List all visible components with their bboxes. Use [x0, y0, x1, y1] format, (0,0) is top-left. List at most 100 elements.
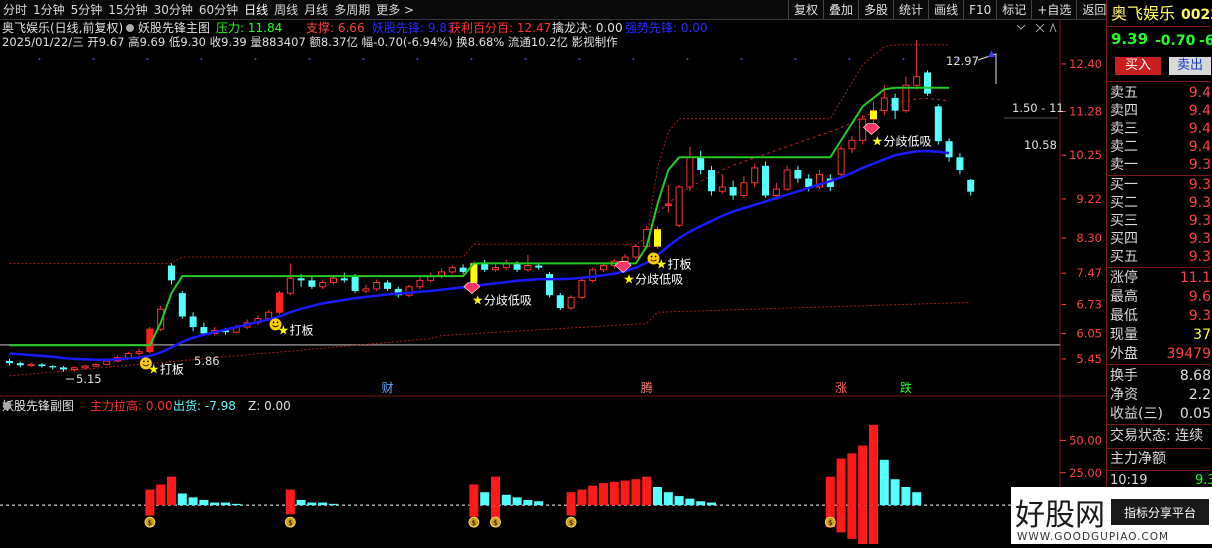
cyan-bar [296, 499, 306, 506]
candle-body-down [697, 157, 705, 171]
period-tab[interactable]: 周线 [271, 0, 301, 19]
period-tab[interactable]: 1分钟 [30, 0, 68, 19]
period-tab[interactable]: 60分钟 [196, 0, 241, 19]
candle-body-up [492, 267, 499, 271]
signal-candle [276, 293, 283, 313]
signal-label: 打板 [668, 258, 692, 272]
candle-body-down [556, 295, 564, 308]
candle-body-up [362, 288, 370, 292]
candle-body-up [416, 279, 424, 288]
red-bar-neg [566, 505, 576, 516]
ask-row: 卖四 9.4 [1107, 102, 1211, 120]
signal-candle [870, 110, 877, 120]
red-bar [869, 424, 878, 506]
candle-body-down [189, 316, 197, 328]
y-tick-label: 6.73 [1076, 298, 1102, 312]
bid-row-value: 9.3 [1188, 231, 1211, 247]
y-tick-label: 10.25 [1069, 148, 1102, 162]
toolbar-button[interactable]: 统计 [893, 0, 928, 19]
period-tabs: 分时 1分钟 5分钟 15分钟 30分钟 60分钟 日线 周线 月线 多周期 更多 > [0, 0, 417, 19]
star-icon: ★ [656, 258, 668, 273]
stat2-row-label: 收益(三) [1110, 406, 1163, 422]
ask-row-label: 卖四 [1110, 103, 1138, 119]
candle-body-up [686, 156, 694, 188]
period-tab[interactable]: 30分钟 [151, 0, 196, 19]
period-tab[interactable]: 月线 [301, 0, 331, 19]
red-bar [836, 458, 846, 506]
stat-row: 现量 37 [1107, 326, 1211, 344]
candle-body-up [718, 186, 726, 192]
ask-row-label: 卖一 [1110, 157, 1138, 173]
dot-mark [902, 58, 905, 60]
toolbar-button[interactable]: 多股 [858, 0, 893, 19]
cyan-bar [901, 487, 911, 506]
candle-body-down [546, 274, 553, 296]
period-tab[interactable]: 15分钟 [105, 0, 150, 19]
toolbar-buttons: 复权 叠加 多股 统计 画线 F10 标记 +自选 返回 [788, 0, 1111, 19]
candle-body-down [340, 278, 348, 281]
toolbar-button[interactable]: 标记 [996, 0, 1031, 19]
period-tab[interactable]: 5分钟 [68, 0, 106, 19]
toolbar-button[interactable]: +自选 [1031, 0, 1076, 19]
period-tab[interactable]: 多周期 [331, 0, 373, 19]
stock-name: 奥飞娱乐 [1111, 4, 1176, 23]
candle-body-up [124, 352, 132, 359]
header-info: 2025/01/22/三 开9.67 高9.69 低9.30 收9.39 量88… [2, 35, 618, 49]
cyan-bar [523, 499, 533, 506]
sell-button[interactable]: 卖出 [1169, 57, 1211, 75]
toolbar-button[interactable]: 画线 [928, 0, 963, 19]
period-tab[interactable]: 更多 > [373, 0, 417, 19]
stat-row: 最高 9.6 [1107, 288, 1211, 306]
period-tab[interactable]: 日线 [241, 0, 271, 19]
event-marker: 涨 [835, 380, 847, 395]
red-bar [167, 476, 176, 506]
red-bar-neg [869, 505, 878, 544]
candle-body-down [60, 367, 67, 370]
toolbar-button[interactable]: 叠加 [823, 0, 858, 19]
cyan-bar [912, 492, 922, 506]
candle-body-up [92, 363, 100, 367]
toolbar-button[interactable]: 复权 [788, 0, 823, 19]
red-bar [491, 476, 500, 506]
money-sign: $ [569, 519, 573, 527]
star-icon: ★ [472, 294, 484, 309]
cyan-bar [188, 497, 198, 506]
candle-body-up [751, 167, 759, 184]
red-bar [631, 479, 641, 506]
red-bar [825, 476, 835, 506]
candle-body-up [578, 279, 586, 298]
ask-row-label: 卖五 [1110, 85, 1138, 101]
buy-button[interactable]: 买入 [1115, 57, 1161, 75]
bid-row: 买五 9.3 [1107, 248, 1211, 266]
candle-body-down [308, 280, 316, 287]
header-line1: 妖股先锋: 9.83 [372, 21, 455, 35]
toolbar-button[interactable]: F10 [963, 0, 996, 19]
red-bar [566, 492, 576, 506]
stat-row-value: 11.1 [1179, 270, 1211, 286]
close-annotation: 10.58 [1024, 138, 1057, 152]
period-tab[interactable]: 分时 [0, 0, 30, 19]
cyan-bar [177, 493, 187, 506]
panel-separator [1107, 470, 1211, 471]
header-profit: 获利百分百: 12.47 [449, 21, 551, 35]
candle-body-down [891, 97, 899, 111]
ask-row: 卖一 9.3 [1107, 156, 1211, 174]
money-sign: $ [472, 519, 476, 527]
candle-body-down [945, 141, 953, 158]
candle-body-up [373, 282, 381, 290]
sub-header-name: 妖股先锋副图 [2, 399, 74, 413]
event-marker: 跌 [900, 380, 912, 395]
candle-body-down [762, 165, 769, 196]
ask-row-label: 卖二 [1110, 139, 1138, 155]
cyan-bar [534, 501, 544, 506]
current-price: 9.39 [1111, 30, 1149, 48]
price-pct: -6.9 [1199, 33, 1212, 49]
red-bar-neg [469, 505, 479, 517]
dot-mark [740, 58, 743, 60]
ask-row: 卖三 9.4 [1107, 120, 1211, 138]
candle-body-down [459, 267, 467, 272]
y-tick-label: 6.05 [1076, 326, 1102, 340]
cyan-bar [329, 503, 338, 506]
candle-body-up [902, 84, 910, 112]
stat-row-label: 最低 [1110, 308, 1138, 324]
